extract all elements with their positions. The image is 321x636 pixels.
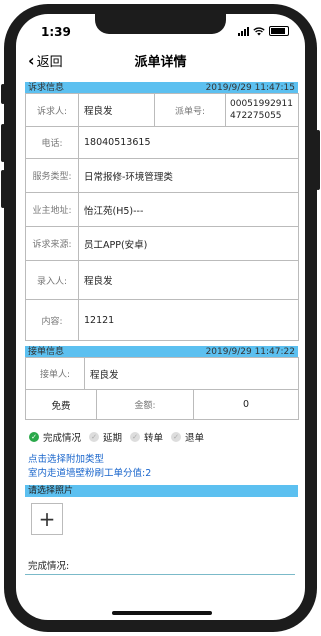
status-icons (238, 26, 289, 36)
volume-up-button (1, 124, 5, 162)
table-row: 免费 金额: 0 (26, 389, 298, 419)
status-time: 1:39 (41, 25, 71, 39)
wifi-icon (253, 26, 265, 35)
table-row: 电话: 18040513615 (26, 126, 298, 158)
radio-label: 完成情况 (43, 433, 82, 444)
content-value: 12121 (84, 314, 115, 326)
row-label: 服务类型: (26, 159, 79, 192)
radio-completed[interactable]: ✓ 完成情况 (29, 430, 81, 444)
receiver-label: 接单人: (26, 358, 85, 389)
photo-section-header: 请选择照片 (25, 485, 298, 497)
radio-transfer[interactable]: ✓ 转单 (130, 430, 163, 444)
row-label: 诉求来源: (26, 227, 79, 260)
table-row: 内容: 12121 (26, 299, 298, 340)
appellant-label: 诉求人: (26, 94, 79, 126)
table-row: 业主地址: 怡江苑(H5)--- (26, 192, 298, 226)
completion-input[interactable] (25, 574, 295, 575)
amount-value: 0 (242, 399, 250, 410)
phone-frame: 1:39 ‹ 返回 派单详情 诉求信息 2019/9/29 11:47:15 诉… (0, 0, 321, 636)
status-bar: 1:39 (16, 14, 305, 44)
address-value: 怡江苑(H5)--- (84, 205, 144, 217)
signal-icon (238, 26, 249, 36)
table-row: 服务类型: 日常报修-环境管理类 (26, 158, 298, 192)
table-row: 录入人: 程良发 (26, 260, 298, 299)
table-row: 诉求来源: 员工APP(安卓) (26, 226, 298, 260)
source-value: 员工APP(安卓) (84, 239, 148, 251)
row-label: 内容: (26, 300, 79, 340)
page-title: 派单详情 (134, 55, 187, 70)
plus-icon: + (38, 507, 56, 531)
row-label: 电话: (26, 127, 79, 158)
appeal-info-table: 诉求人: 程良发 派单号: 00051992911472275055 电话: 1… (25, 93, 299, 341)
amount-label: 金额: (97, 390, 194, 419)
power-button (316, 130, 320, 190)
home-indicator[interactable] (112, 611, 212, 615)
add-photo-button[interactable]: + (31, 503, 63, 535)
table-row: 诉求人: 程良发 派单号: 00051992911472275055 (26, 93, 298, 126)
check-circle-icon: ✓ (29, 432, 39, 442)
phone-value: 18040513615 (84, 137, 151, 148)
nav-bar: ‹ 返回 派单详情 (16, 46, 305, 74)
status-options: ✓ 完成情况 ✓ 延期 ✓ 转单 ✓ 退单 (29, 430, 212, 444)
radio-label: 退单 (185, 433, 205, 444)
mute-switch (1, 84, 5, 104)
row-label: 录入人: (26, 261, 79, 299)
radio-label: 转单 (144, 433, 164, 444)
radio-postpone[interactable]: ✓ 延期 (89, 430, 122, 444)
check-circle-icon: ✓ (171, 432, 182, 442)
check-circle-icon: ✓ (130, 432, 141, 442)
select-extra-type-link[interactable]: 点击选择附加类型 (28, 451, 104, 465)
entry-person-value: 程良发 (84, 276, 113, 287)
receive-info-table: 接单人: 程良发 免费 金额: 0 (25, 357, 299, 420)
check-circle-icon: ✓ (89, 432, 100, 442)
completion-label: 完成情况: (28, 561, 70, 572)
volume-down-button (1, 170, 5, 208)
order-no-value: 00051992911472275055 (230, 99, 293, 121)
receiver-value: 程良发 (90, 369, 119, 381)
battery-icon (269, 26, 289, 36)
extra-type-note: 室内走道墙壁粉刷工单分值:2 (28, 468, 152, 479)
table-row: 接单人: 程良发 (26, 357, 298, 389)
appellant-value: 程良发 (79, 94, 155, 126)
order-no-label: 派单号: (155, 94, 226, 126)
service-type-value: 日常报修-环境管理类 (84, 171, 173, 183)
radio-label: 延期 (103, 433, 123, 444)
radio-return[interactable]: ✓ 退单 (171, 430, 204, 444)
fee-type-value[interactable]: 免费 (26, 390, 97, 419)
screen: 1:39 ‹ 返回 派单详情 诉求信息 2019/9/29 11:47:15 诉… (16, 14, 305, 620)
row-label: 业主地址: (26, 193, 79, 226)
